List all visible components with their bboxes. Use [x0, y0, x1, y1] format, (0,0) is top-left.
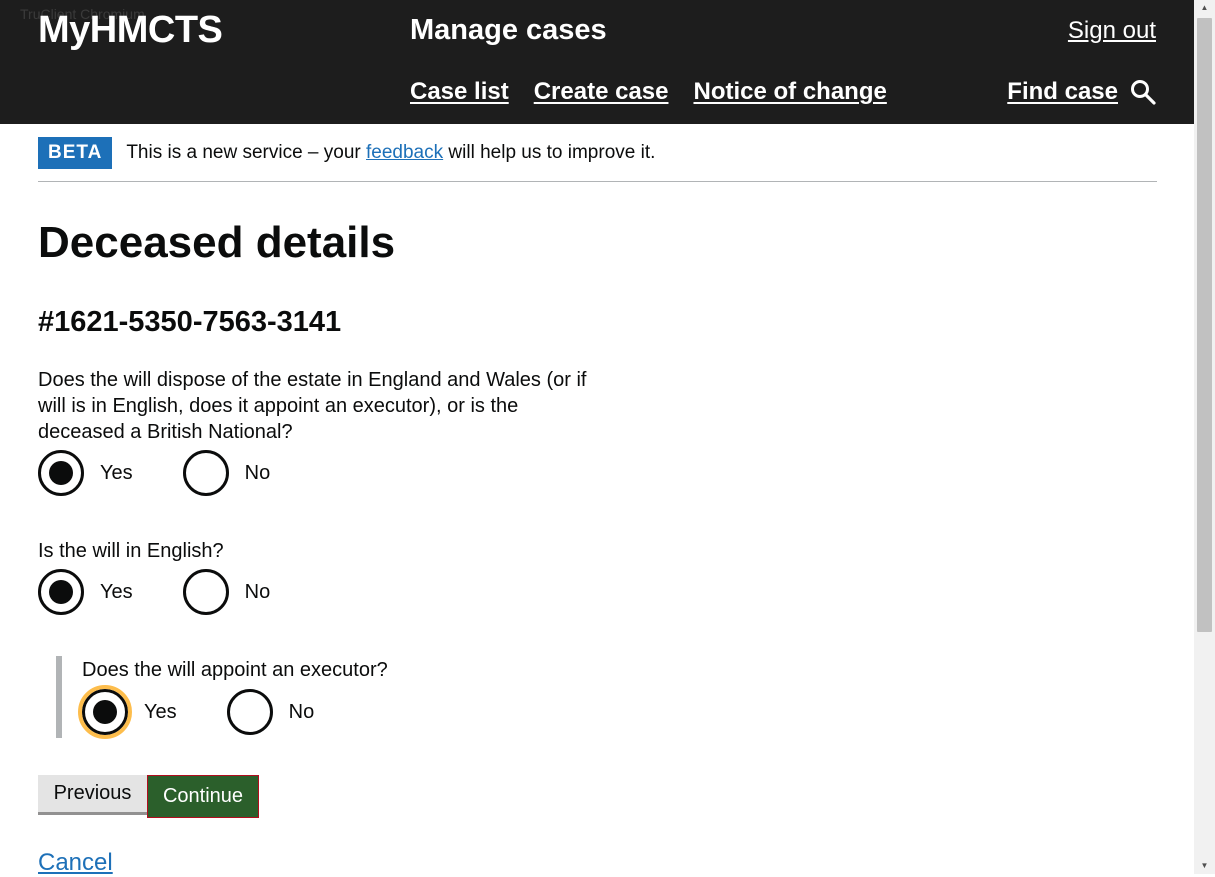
nav-create-case[interactable]: Create case — [534, 78, 669, 106]
question-will-disposes-estate: Does the will dispose of the estate in E… — [38, 369, 587, 443]
radio-will-disposes-estate-no[interactable] — [182, 450, 229, 496]
radio-label-yes[interactable]: Yes — [100, 462, 133, 485]
radio-group-will-in-english: Yes No — [38, 569, 320, 615]
scroll-down-arrow-icon[interactable]: ▼ — [1194, 858, 1215, 874]
page-title: Deceased details — [38, 218, 396, 267]
radio-will-in-english-yes[interactable] — [38, 569, 84, 615]
sign-out-link[interactable]: Sign out — [1068, 17, 1156, 45]
vertical-scrollbar[interactable]: ▲ ▼ — [1194, 0, 1215, 874]
case-reference: #1621-5350-7563-3141 — [38, 306, 342, 338]
find-case-link[interactable]: Find case — [1007, 78, 1156, 106]
previous-button[interactable]: Previous — [38, 775, 147, 815]
site-header: TruClient Chromium MyHMCTS Manage cases … — [0, 0, 1194, 124]
radio-label-no[interactable]: No — [289, 701, 315, 724]
feedback-link[interactable]: feedback — [366, 142, 443, 163]
radio-will-in-english-no[interactable] — [182, 569, 229, 615]
phase-banner: BETA This is a new service – your feedba… — [38, 137, 1157, 182]
scroll-up-arrow-icon[interactable]: ▲ — [1194, 0, 1215, 16]
cancel-link[interactable]: Cancel — [38, 849, 113, 877]
radio-will-disposes-estate-yes[interactable] — [38, 450, 84, 496]
beta-banner-text: This is a new service – your feedback wi… — [126, 137, 655, 169]
search-icon[interactable] — [1130, 79, 1156, 105]
radio-label-no[interactable]: No — [245, 581, 271, 604]
service-name[interactable]: Manage cases — [410, 14, 607, 47]
conditional-reveal-bar — [56, 656, 62, 738]
nav-notice-of-change[interactable]: Notice of change — [693, 78, 886, 106]
radio-label-no[interactable]: No — [245, 462, 271, 485]
radio-group-will-disposes-estate: Yes No — [38, 450, 320, 496]
radio-will-appoints-executor-yes[interactable] — [78, 685, 132, 739]
radio-will-appoints-executor-no[interactable] — [226, 689, 273, 735]
continue-button[interactable]: Continue — [147, 775, 259, 818]
primary-nav: Case list Create case Notice of change — [410, 78, 887, 106]
banner-text-after: will help us to improve it. — [443, 142, 656, 163]
find-case-label[interactable]: Find case — [1007, 78, 1118, 106]
radio-label-yes[interactable]: Yes — [144, 701, 177, 724]
beta-tag: BETA — [38, 137, 113, 169]
question-will-appoints-executor: Does the will appoint an executor? — [82, 659, 388, 681]
radio-group-will-appoints-executor: Yes No — [78, 685, 364, 739]
scrollbar-thumb[interactable] — [1197, 18, 1212, 632]
myhmcts-logo[interactable]: MyHMCTS — [38, 9, 223, 52]
banner-text-before: This is a new service – your — [126, 142, 367, 163]
nav-case-list[interactable]: Case list — [410, 78, 509, 106]
radio-label-yes[interactable]: Yes — [100, 581, 133, 604]
question-will-in-english: Is the will in English? — [38, 540, 224, 562]
